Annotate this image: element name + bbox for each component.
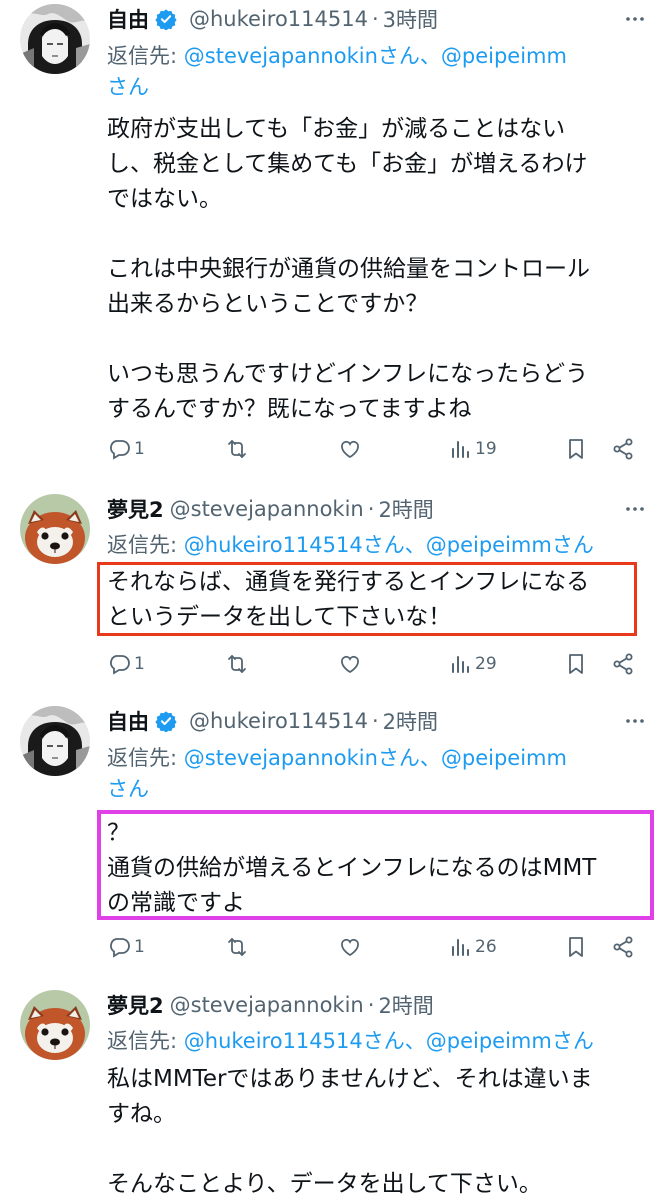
user-handle[interactable]: @hukeiro114514 bbox=[189, 709, 368, 733]
avatar[interactable] bbox=[20, 494, 90, 564]
bookmark-icon bbox=[564, 652, 588, 676]
tweet-text: 私はMMTerではありませんけど、それは違いま すね。 そんなことより、データを… bbox=[107, 1066, 593, 1197]
separator: · bbox=[371, 709, 379, 733]
separator: · bbox=[367, 993, 375, 1017]
view-count: 26 bbox=[475, 937, 497, 957]
retweet-button[interactable] bbox=[225, 437, 338, 461]
like-button[interactable] bbox=[338, 437, 448, 461]
share-button[interactable] bbox=[611, 437, 635, 461]
like-button[interactable] bbox=[338, 652, 448, 676]
separator: · bbox=[371, 7, 379, 31]
share-button[interactable] bbox=[611, 652, 635, 676]
avatar[interactable] bbox=[20, 706, 90, 776]
timestamp[interactable]: 2時間 bbox=[378, 990, 433, 1020]
reply-to-label: 返信先: bbox=[107, 746, 184, 770]
like-button[interactable] bbox=[338, 935, 448, 959]
avatar[interactable] bbox=[20, 4, 90, 74]
bookmark-button[interactable] bbox=[564, 652, 611, 676]
display-name[interactable]: 夢見2 bbox=[107, 494, 164, 524]
retweet-icon bbox=[225, 437, 249, 461]
reply-icon bbox=[107, 935, 131, 959]
bookmark-icon bbox=[564, 437, 588, 461]
action-bar: 1 19 bbox=[107, 432, 640, 466]
reply-to-label: 返信先: bbox=[107, 1029, 184, 1053]
retweet-icon bbox=[225, 935, 249, 959]
bookmark-button[interactable] bbox=[564, 437, 611, 461]
heart-icon bbox=[338, 652, 362, 676]
reply-to-users[interactable]: @hukeiro114514さん、@peipeimmさん bbox=[184, 1029, 594, 1053]
share-icon bbox=[611, 935, 635, 959]
reply-to-suffix[interactable]: さん bbox=[107, 777, 149, 801]
reply-button[interactable]: 1 bbox=[107, 935, 225, 959]
separator: · bbox=[367, 497, 375, 521]
views-icon bbox=[448, 437, 472, 461]
reply-to-users[interactable]: @stevejapannokinさん、@peipeimm bbox=[184, 746, 567, 770]
views-button[interactable]: 29 bbox=[448, 652, 564, 676]
reply-icon bbox=[107, 437, 131, 461]
reply-to-line: 返信先: @stevejapannokinさん、@peipeimm さん bbox=[107, 743, 650, 805]
reply-to-label: 返信先: bbox=[107, 44, 184, 68]
retweet-icon bbox=[225, 652, 249, 676]
tweet-text: それならば、通貨を発行するとインフレになる というデータを出して下さいな！ bbox=[107, 569, 590, 630]
reply-to-line: 返信先: @stevejapannokinさん、@peipeimm さん bbox=[107, 41, 650, 103]
user-handle[interactable]: @stevejapannokin bbox=[170, 497, 364, 521]
reply-to-line: 返信先: @hukeiro114514さん、@peipeimmさん bbox=[107, 530, 650, 561]
more-options-icon[interactable] bbox=[622, 492, 648, 526]
action-bar: 1 26 bbox=[107, 930, 640, 964]
view-count: 29 bbox=[475, 654, 497, 674]
avatar[interactable] bbox=[20, 990, 90, 1060]
reply-to-users[interactable]: @stevejapannokinさん、@peipeimm bbox=[184, 44, 567, 68]
heart-icon bbox=[338, 437, 362, 461]
bookmark-icon bbox=[564, 935, 588, 959]
reply-button[interactable]: 1 bbox=[107, 437, 225, 461]
reply-to-label: 返信先: bbox=[107, 533, 184, 557]
reply-count: 1 bbox=[134, 654, 145, 674]
verified-badge-icon bbox=[155, 710, 177, 732]
tweet-text: ？ 通貨の供給が増えるとインフレになるのはMMT の常識ですよ bbox=[107, 820, 597, 916]
retweet-button[interactable] bbox=[225, 652, 338, 676]
share-icon bbox=[611, 437, 635, 461]
timestamp[interactable]: 3時間 bbox=[383, 4, 438, 34]
tweet-text: 政府が支出しても「お金」が減ることはない し、税金として集めても「お金」が増える… bbox=[107, 116, 590, 422]
tweet-header: 自由 @hukeiro114514 · 2時間 bbox=[107, 704, 620, 738]
action-bar: 1 29 bbox=[107, 647, 640, 681]
more-options-icon[interactable] bbox=[622, 2, 648, 36]
share-icon bbox=[611, 652, 635, 676]
views-icon bbox=[448, 935, 472, 959]
reply-count: 1 bbox=[134, 937, 145, 957]
share-button[interactable] bbox=[611, 935, 635, 959]
reply-icon bbox=[107, 652, 131, 676]
timestamp[interactable]: 2時間 bbox=[383, 706, 438, 736]
timestamp[interactable]: 2時間 bbox=[378, 494, 433, 524]
more-options-icon[interactable] bbox=[622, 704, 648, 738]
tweet-header: 夢見2 @stevejapannokin · 2時間 bbox=[107, 492, 620, 526]
views-icon bbox=[448, 652, 472, 676]
display-name[interactable]: 自由 bbox=[107, 4, 149, 34]
display-name[interactable]: 夢見2 bbox=[107, 990, 164, 1020]
heart-icon bbox=[338, 935, 362, 959]
user-handle[interactable]: @hukeiro114514 bbox=[189, 7, 368, 31]
user-handle[interactable]: @stevejapannokin bbox=[170, 993, 364, 1017]
reply-to-line: 返信先: @hukeiro114514さん、@peipeimmさん bbox=[107, 1026, 650, 1057]
view-count: 19 bbox=[475, 439, 497, 459]
views-button[interactable]: 26 bbox=[448, 935, 564, 959]
retweet-button[interactable] bbox=[225, 935, 338, 959]
reply-to-suffix[interactable]: さん bbox=[107, 75, 149, 99]
reply-count: 1 bbox=[134, 439, 145, 459]
tweet-header: 自由 @hukeiro114514 · 3時間 bbox=[107, 2, 620, 36]
display-name[interactable]: 自由 bbox=[107, 706, 149, 736]
tweet-header: 夢見2 @stevejapannokin · 2時間 bbox=[107, 988, 620, 1022]
reply-to-users[interactable]: @hukeiro114514さん、@peipeimmさん bbox=[184, 533, 594, 557]
views-button[interactable]: 19 bbox=[448, 437, 564, 461]
verified-badge-icon bbox=[155, 8, 177, 30]
reply-button[interactable]: 1 bbox=[107, 652, 225, 676]
bookmark-button[interactable] bbox=[564, 935, 611, 959]
